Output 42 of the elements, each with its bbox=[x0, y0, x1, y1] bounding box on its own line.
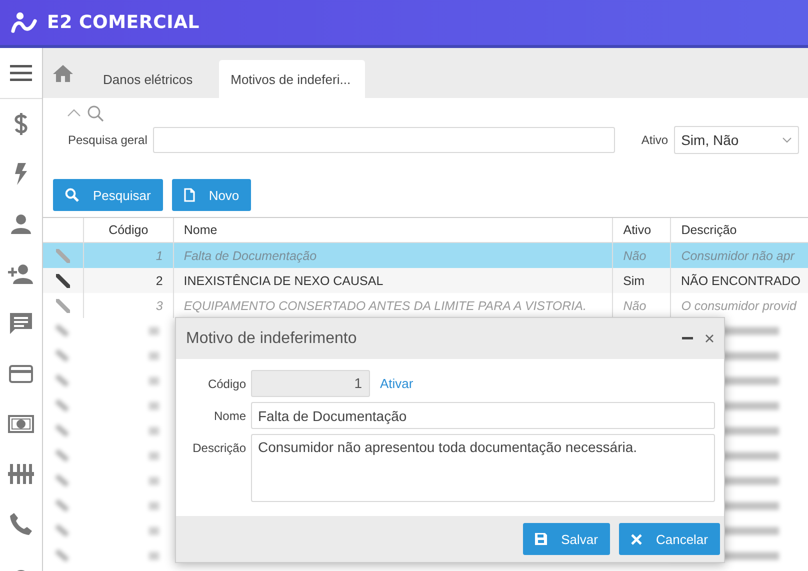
column-header[interactable]: Código bbox=[82, 218, 173, 242]
table-row[interactable]: 2 INEXISTÊNCIA DE NEXO CAUSAL Sim NÃO ENCONTRADO bbox=[43, 268, 808, 293]
field-label: Código bbox=[206, 376, 247, 390]
phone-icon[interactable] bbox=[10, 513, 32, 535]
column-header[interactable]: Nome bbox=[172, 218, 612, 242]
tab[interactable]: Motivos de indeferi... bbox=[218, 60, 365, 98]
field-label: Descrição bbox=[192, 440, 247, 455]
close-icon bbox=[630, 534, 642, 544]
name-field[interactable]: Falta de Documentação bbox=[251, 402, 715, 429]
column-header[interactable]: Ativo bbox=[612, 218, 670, 242]
brand-name: E2 COMERCIAL bbox=[47, 12, 200, 33]
table-cell: 3 bbox=[82, 293, 173, 318]
lightning-icon[interactable] bbox=[14, 163, 28, 185]
activate-link[interactable]: Ativar bbox=[380, 376, 414, 391]
dropdown-caret-icon bbox=[782, 137, 792, 143]
network-icon[interactable] bbox=[8, 462, 34, 486]
chat-icon[interactable] bbox=[10, 313, 32, 335]
active-select[interactable]: Sim, Não bbox=[674, 126, 800, 154]
add-user-icon[interactable] bbox=[8, 264, 34, 284]
dollar-icon[interactable] bbox=[14, 112, 28, 136]
banknote-icon[interactable] bbox=[8, 415, 34, 433]
collapse-caret-icon[interactable] bbox=[67, 109, 81, 117]
credit-card-icon[interactable] bbox=[9, 365, 33, 383]
field-label: Ativo bbox=[640, 133, 668, 147]
menu-icon[interactable] bbox=[10, 65, 32, 81]
column-header[interactable]: Descrição bbox=[670, 218, 808, 242]
minimize-icon[interactable] bbox=[682, 337, 693, 340]
search-icon bbox=[65, 188, 79, 202]
search-icon[interactable] bbox=[87, 104, 104, 122]
close-icon[interactable] bbox=[705, 334, 714, 343]
pencil-icon[interactable] bbox=[54, 272, 71, 288]
field-label: Nome bbox=[212, 408, 247, 422]
user-icon[interactable] bbox=[11, 214, 31, 234]
code-field: 1 bbox=[251, 370, 370, 397]
search-field[interactable] bbox=[153, 127, 616, 153]
document-icon bbox=[184, 188, 195, 202]
field-label: Pesquisa geral bbox=[67, 133, 148, 147]
home-icon[interactable] bbox=[53, 65, 73, 82]
dialog-title: Motivo de indeferimento bbox=[186, 330, 358, 348]
logo-icon bbox=[11, 12, 37, 34]
description-field[interactable]: Consumidor não apresentou toda documentação necessária. bbox=[251, 434, 715, 502]
tab[interactable]: Danos elétricos bbox=[91, 60, 207, 98]
